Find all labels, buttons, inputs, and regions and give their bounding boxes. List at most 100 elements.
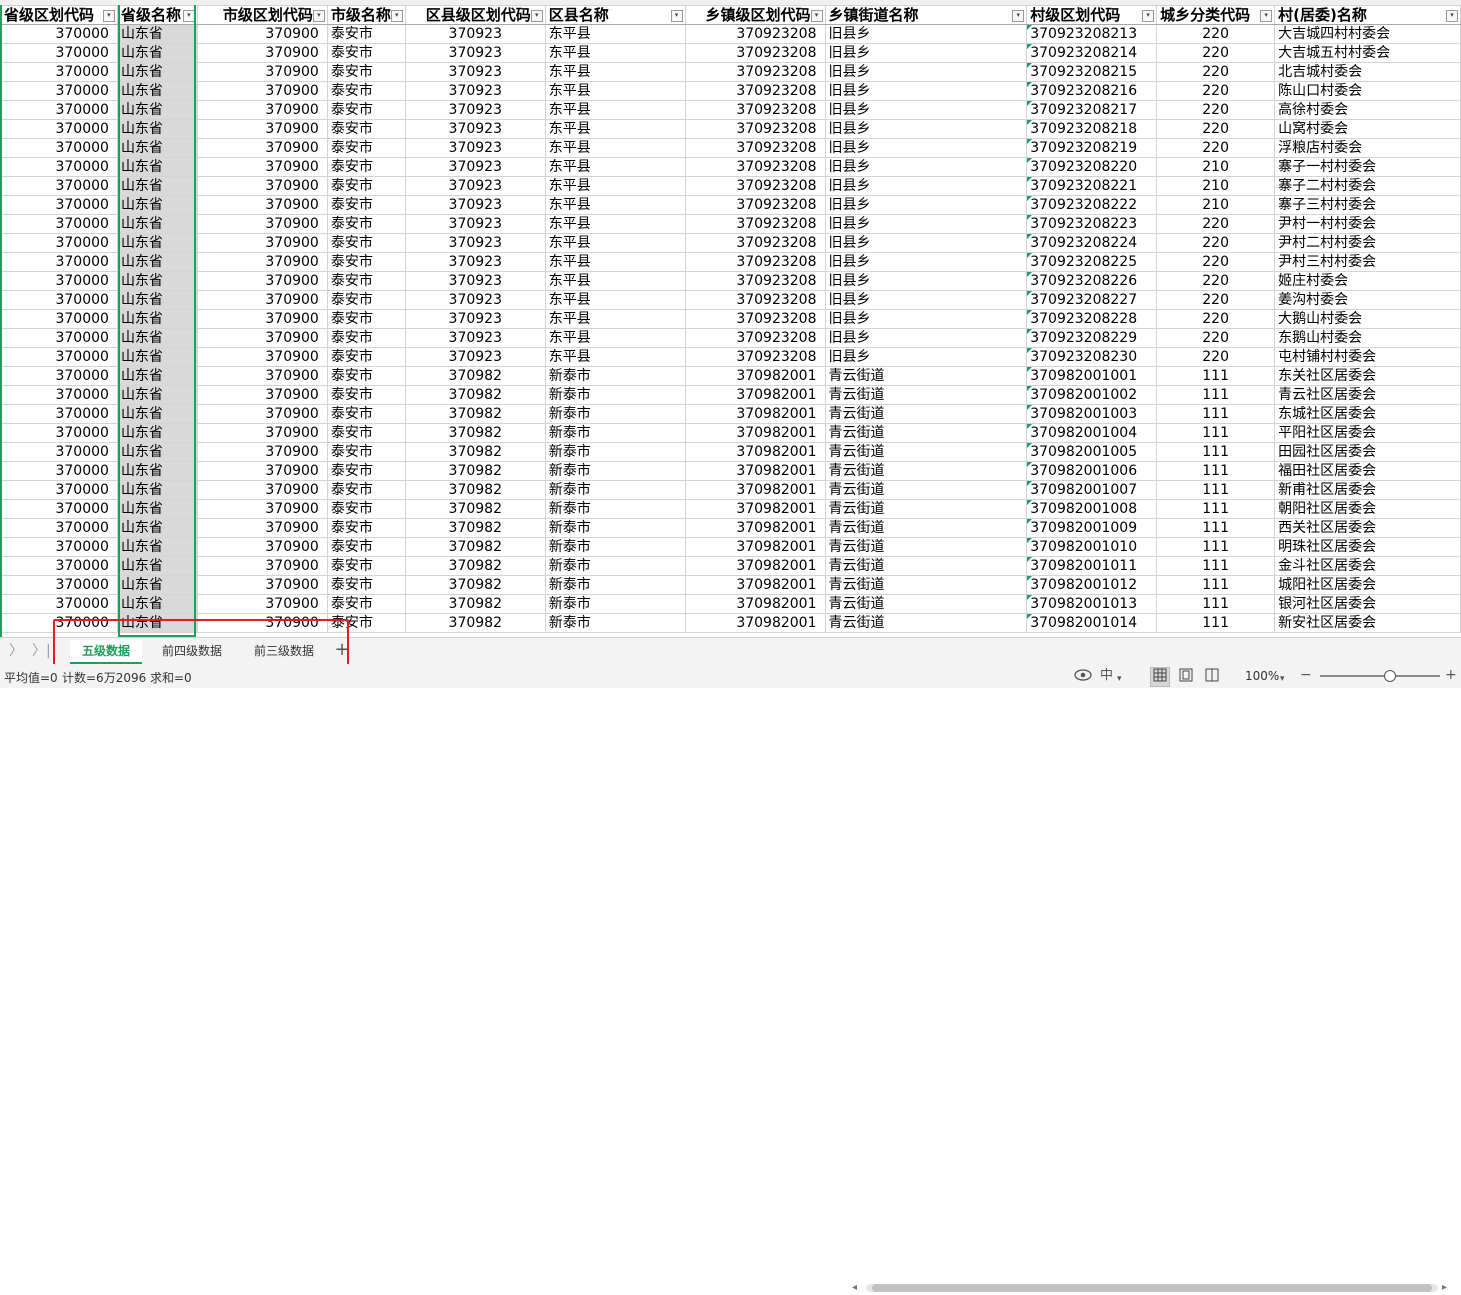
town-code-cell[interactable]: 370982001 — [684, 499, 826, 519]
filter-dropdown-icon[interactable]: ▾ — [182, 10, 195, 22]
province-name-cell[interactable]: 山东省 — [116, 575, 198, 595]
county-code-cell[interactable]: 370923 — [404, 347, 546, 367]
zoom-in-icon[interactable]: + — [1445, 667, 1457, 683]
province-code-cell[interactable]: 370000 — [0, 195, 118, 215]
town-name-cell[interactable]: 旧县乡 — [824, 347, 1028, 367]
village-name-cell[interactable]: 寨子三村村委会 — [1274, 195, 1461, 215]
town-code-cell[interactable]: 370923208 — [684, 100, 826, 120]
filter-dropdown-icon[interactable]: ▾ — [810, 10, 823, 22]
town-code-cell[interactable]: 370923208 — [684, 290, 826, 310]
province-name-cell[interactable]: 山东省 — [116, 233, 198, 253]
zoom-slider-knob[interactable] — [1384, 670, 1396, 682]
province-code-cell[interactable]: 370000 — [0, 43, 118, 63]
province-name-cell[interactable]: 山东省 — [116, 347, 198, 367]
province-code-cell[interactable]: 370000 — [0, 214, 118, 234]
town-code-cell[interactable]: 370923208 — [684, 214, 826, 234]
city-code-cell[interactable]: 370900 — [196, 385, 328, 405]
village-name-cell[interactable]: 大吉城五村村委会 — [1274, 43, 1461, 63]
urban-rural-code-cell[interactable]: 220 — [1156, 138, 1276, 158]
city-code-cell[interactable]: 370900 — [196, 24, 328, 44]
province-name-cell[interactable]: 山东省 — [116, 480, 198, 500]
scroll-left-icon[interactable]: ◂ — [852, 1281, 857, 1295]
village-name-cell[interactable]: 浮粮店村委会 — [1274, 138, 1461, 158]
county-code-cell[interactable]: 370923 — [404, 214, 546, 234]
header-cell[interactable]: 乡镇街道名称 ▾ — [824, 5, 1028, 25]
province-code-cell[interactable]: 370000 — [0, 252, 118, 272]
county-name-cell[interactable]: 新泰市 — [544, 385, 686, 405]
province-name-cell[interactable]: 山东省 — [116, 81, 198, 101]
city-name-cell[interactable]: 泰安市 — [326, 214, 406, 234]
village-code-cell[interactable]: 370982001006 — [1026, 461, 1158, 481]
county-name-cell[interactable]: 新泰市 — [544, 594, 686, 614]
town-code-cell[interactable]: 370923208 — [684, 43, 826, 63]
city-name-cell[interactable]: 泰安市 — [326, 233, 406, 253]
county-code-cell[interactable]: 370923 — [404, 252, 546, 272]
county-name-cell[interactable]: 新泰市 — [544, 556, 686, 576]
urban-rural-code-cell[interactable]: 220 — [1156, 43, 1276, 63]
county-code-cell[interactable]: 370923 — [404, 100, 546, 120]
city-code-cell[interactable]: 370900 — [196, 613, 328, 633]
village-name-cell[interactable]: 田园社区居委会 — [1274, 442, 1461, 462]
province-name-cell[interactable]: 山东省 — [116, 62, 198, 82]
city-name-cell[interactable]: 泰安市 — [326, 290, 406, 310]
city-name-cell[interactable]: 泰安市 — [326, 195, 406, 215]
county-name-cell[interactable]: 东平县 — [544, 214, 686, 234]
filter-dropdown-icon[interactable]: ▾ — [1446, 10, 1458, 22]
village-name-cell[interactable]: 新甫社区居委会 — [1274, 480, 1461, 500]
county-name-cell[interactable]: 东平县 — [544, 100, 686, 120]
city-name-cell[interactable]: 泰安市 — [326, 366, 406, 386]
county-code-cell[interactable]: 370982 — [404, 518, 546, 538]
header-cell[interactable]: 市级名称 ▾ — [326, 5, 406, 25]
county-name-cell[interactable]: 新泰市 — [544, 404, 686, 424]
urban-rural-code-cell[interactable]: 111 — [1156, 423, 1276, 443]
village-name-cell[interactable]: 东鹅山村委会 — [1274, 328, 1461, 348]
county-code-cell[interactable]: 370923 — [404, 119, 546, 139]
town-code-cell[interactable]: 370982001 — [684, 594, 826, 614]
city-code-cell[interactable]: 370900 — [196, 404, 328, 424]
village-name-cell[interactable]: 金斗社区居委会 — [1274, 556, 1461, 576]
village-code-cell[interactable]: 370923208223 — [1026, 214, 1158, 234]
county-name-cell[interactable]: 东平县 — [544, 328, 686, 348]
village-name-cell[interactable]: 寨子一村村委会 — [1274, 157, 1461, 177]
city-name-cell[interactable]: 泰安市 — [326, 537, 406, 557]
county-code-cell[interactable]: 370923 — [404, 157, 546, 177]
zoom-dropdown-icon[interactable]: ▾ — [1280, 671, 1285, 687]
town-name-cell[interactable]: 旧县乡 — [824, 290, 1028, 310]
county-name-cell[interactable]: 新泰市 — [544, 518, 686, 538]
town-name-cell[interactable]: 旧县乡 — [824, 43, 1028, 63]
village-name-cell[interactable]: 城阳社区居委会 — [1274, 575, 1461, 595]
province-code-cell[interactable]: 370000 — [0, 442, 118, 462]
urban-rural-code-cell[interactable]: 111 — [1156, 461, 1276, 481]
town-code-cell[interactable]: 370923208 — [684, 176, 826, 196]
county-name-cell[interactable]: 东平县 — [544, 195, 686, 215]
city-name-cell[interactable]: 泰安市 — [326, 62, 406, 82]
city-name-cell[interactable]: 泰安市 — [326, 404, 406, 424]
filter-dropdown-icon[interactable]: ▾ — [1260, 10, 1273, 22]
village-code-cell[interactable]: 370923208221 — [1026, 176, 1158, 196]
town-name-cell[interactable]: 青云街道 — [824, 594, 1028, 614]
village-name-cell[interactable]: 福田社区居委会 — [1274, 461, 1461, 481]
city-name-cell[interactable]: 泰安市 — [326, 119, 406, 139]
city-name-cell[interactable]: 泰安市 — [326, 328, 406, 348]
province-code-cell[interactable]: 370000 — [0, 119, 118, 139]
town-code-cell[interactable]: 370923208 — [684, 271, 826, 291]
province-name-cell[interactable]: 山东省 — [116, 290, 198, 310]
village-code-cell[interactable]: 370923208214 — [1026, 43, 1158, 63]
urban-rural-code-cell[interactable]: 111 — [1156, 366, 1276, 386]
urban-rural-code-cell[interactable]: 220 — [1156, 271, 1276, 291]
city-name-cell[interactable]: 泰安市 — [326, 480, 406, 500]
urban-rural-code-cell[interactable]: 220 — [1156, 100, 1276, 120]
header-cell[interactable]: 村(居委)名称 ▾ — [1274, 5, 1461, 25]
village-name-cell[interactable]: 西关社区居委会 — [1274, 518, 1461, 538]
province-name-cell[interactable]: 山东省 — [116, 214, 198, 234]
province-code-cell[interactable]: 370000 — [0, 575, 118, 595]
village-code-cell[interactable]: 370923208220 — [1026, 157, 1158, 177]
zoom-level[interactable]: 100% — [1245, 669, 1279, 683]
county-name-cell[interactable]: 新泰市 — [544, 613, 686, 633]
county-name-cell[interactable]: 东平县 — [544, 157, 686, 177]
city-name-cell[interactable]: 泰安市 — [326, 556, 406, 576]
filter-dropdown-icon[interactable]: ▾ — [530, 10, 543, 22]
village-code-cell[interactable]: 370982001007 — [1026, 480, 1158, 500]
village-name-cell[interactable]: 寨子二村村委会 — [1274, 176, 1461, 196]
county-name-cell[interactable]: 东平县 — [544, 271, 686, 291]
